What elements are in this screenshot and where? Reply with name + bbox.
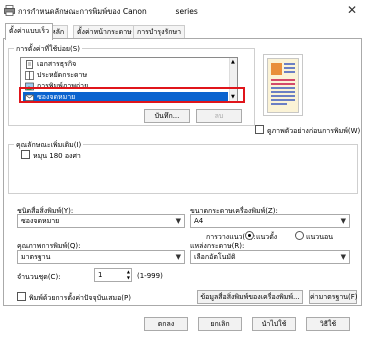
printer-paper-size-value: A4 <box>194 217 204 225</box>
rotate-180-checkbox[interactable] <box>21 150 30 159</box>
print-quality-value: มาตรฐาน <box>21 253 51 261</box>
delete-button[interactable]: ลบ <box>196 109 242 123</box>
common-settings-label: การตั้งค่าที่ใช้บ่อย(S) <box>14 44 82 55</box>
copies-label: จำนวนชุด(C): <box>17 273 61 281</box>
title-bar: การกำหนดลักษณะการพิมพ์ของ Canon series ✕ <box>0 0 365 22</box>
tab-label: ตั้งค่าแบบเร็ว <box>9 27 50 35</box>
tab-label: การบำรุงรักษา <box>137 28 182 36</box>
rotate-180-label: หมุน 180 องศา <box>33 152 81 160</box>
ok-button[interactable]: ตกลง <box>144 317 188 331</box>
list-item-label: เอกสารธุรกิจ <box>37 60 77 68</box>
list-item-business-document[interactable]: เอกสารธุรกิจ <box>23 59 228 70</box>
close-icon: ✕ <box>346 3 358 17</box>
save-button[interactable]: บันทึก... <box>144 109 190 123</box>
list-item-label: ประหยัดกระดาษ <box>37 71 88 79</box>
chevron-down-icon: ▼ <box>175 253 181 261</box>
portrait-radio[interactable] <box>245 231 254 240</box>
document-icon <box>26 60 33 69</box>
chevron-down-icon: ▼ <box>175 217 181 225</box>
paper-source-value: เลือกอัตโนมัติ <box>194 253 236 261</box>
copies-spinner[interactable]: 1 ▲ ▼ <box>94 268 132 282</box>
document-preview-icon <box>267 58 299 113</box>
printer-icon <box>4 5 15 16</box>
paper-source-select[interactable]: เลือกอัตโนมัติ ▼ <box>190 250 350 264</box>
copies-value: 1 <box>98 271 103 279</box>
paper-save-icon <box>25 71 34 80</box>
cancel-button[interactable]: ยกเลิก <box>198 317 242 331</box>
chevron-down-icon: ▼ <box>340 253 346 261</box>
tab-label: ตั้งค่าหน้ากระดาษ <box>77 28 132 36</box>
paper-preview <box>263 54 303 116</box>
landscape-label: แนวนอน <box>306 233 334 241</box>
preview-before-print-label: ดูภาพตัวอย่างก่อนการพิมพ์(W) <box>267 127 361 135</box>
printer-media-info-button[interactable]: ข้อมูลสื่อสิ่งพิมพ์ของเครื่องพิมพ์... <box>197 290 303 304</box>
printer-paper-size-select[interactable]: A4 ▼ <box>190 214 350 228</box>
landscape-radio[interactable] <box>295 231 304 240</box>
selection-highlight-box <box>19 87 245 103</box>
list-item-paper-saving[interactable]: ประหยัดกระดาษ <box>23 70 228 81</box>
media-type-value: ซองจดหมาย <box>21 217 60 225</box>
apply-button[interactable]: นำไปใช้ <box>252 317 296 331</box>
window-title-main: การกำหนดลักษณะการพิมพ์ของ Canon <box>18 7 147 16</box>
tab-quick-setup[interactable]: ตั้งค่าแบบเร็ว <box>5 23 54 40</box>
window-title: การกำหนดลักษณะการพิมพ์ของ Canon series <box>18 6 198 18</box>
media-type-select[interactable]: ซองจดหมาย ▼ <box>17 214 185 228</box>
always-print-current-settings-checkbox[interactable] <box>17 292 26 301</box>
tab-maintenance[interactable]: การบำรุงรักษา <box>133 25 186 39</box>
chevron-down-icon: ▼ <box>340 217 346 225</box>
defaults-button[interactable]: ค่ามาตรฐาน(F) <box>309 290 358 304</box>
scroll-up-icon[interactable]: ▲ <box>231 59 235 65</box>
preview-before-print-checkbox[interactable] <box>255 125 264 134</box>
help-button[interactable]: วิธีใช้ <box>306 317 350 331</box>
always-print-current-settings-label: พิมพ์ด้วยการตั้งค่าปัจจุบันเสมอ(P) <box>29 294 131 302</box>
window-title-suffix: series <box>175 7 198 16</box>
tab-page-setup[interactable]: ตั้งค่าหน้ากระดาษ <box>73 25 136 39</box>
copies-range: (1-999) <box>137 272 163 280</box>
portrait-label: แนวตั้ง <box>256 233 278 241</box>
spinner-arrows-icon[interactable]: ▲ ▼ <box>127 269 130 281</box>
close-button[interactable]: ✕ <box>343 2 361 19</box>
print-quality-select[interactable]: มาตรฐาน ▼ <box>17 250 185 264</box>
